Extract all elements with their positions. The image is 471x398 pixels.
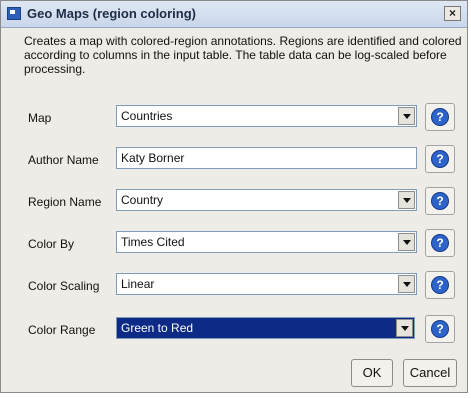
map-label: Map [28, 111, 52, 125]
color-range-help-button[interactable]: ? [425, 315, 455, 343]
color-scaling-dropdown[interactable]: Linear [116, 273, 417, 295]
help-icon: ? [431, 108, 449, 126]
dialog-title: Geo Maps (region coloring) [27, 6, 197, 21]
color-range-value: Green to Red [121, 321, 194, 335]
author-name-value: Katy Borner [121, 151, 185, 165]
ok-button[interactable]: OK [351, 359, 393, 387]
help-icon: ? [431, 192, 449, 210]
region-name-dropdown[interactable]: Country [116, 189, 417, 211]
map-help-button[interactable]: ? [425, 103, 455, 131]
dropdown-arrow-icon[interactable] [398, 233, 415, 251]
region-name-value: Country [121, 193, 164, 207]
region-name-label: Region Name [28, 195, 102, 209]
color-scaling-value: Linear [121, 277, 155, 291]
geo-maps-dialog: Geo Maps (region coloring) × Creates a m… [0, 0, 468, 393]
app-icon [7, 7, 21, 20]
region-name-help-button[interactable]: ? [425, 187, 455, 215]
dropdown-arrow-icon[interactable] [398, 275, 415, 293]
color-range-label: Color Range [28, 323, 96, 337]
dropdown-arrow-icon[interactable] [396, 319, 413, 337]
color-by-value: Times Cited [121, 235, 185, 249]
map-dropdown[interactable]: Countries [116, 105, 417, 127]
dropdown-arrow-icon[interactable] [398, 191, 415, 209]
help-icon: ? [431, 276, 449, 294]
color-by-dropdown[interactable]: Times Cited [116, 231, 417, 253]
help-icon: ? [431, 320, 449, 338]
description-text: Creates a map with colored-region annota… [24, 34, 462, 76]
color-by-label: Color By [28, 237, 75, 251]
color-scaling-help-button[interactable]: ? [425, 271, 455, 299]
help-icon: ? [431, 234, 449, 252]
map-value: Countries [121, 109, 173, 123]
author-name-input[interactable]: Katy Borner [116, 147, 417, 169]
cancel-button[interactable]: Cancel [403, 359, 457, 387]
color-range-dropdown[interactable]: Green to Red [116, 317, 415, 339]
close-button[interactable]: × [444, 6, 461, 21]
author-name-help-button[interactable]: ? [425, 145, 455, 173]
help-icon: ? [431, 150, 449, 168]
dropdown-arrow-icon[interactable] [398, 107, 415, 125]
color-by-help-button[interactable]: ? [425, 229, 455, 257]
color-scaling-label: Color Scaling [28, 279, 100, 293]
author-name-label: Author Name [28, 153, 99, 167]
title-bar[interactable]: Geo Maps (region coloring) × [1, 1, 467, 28]
